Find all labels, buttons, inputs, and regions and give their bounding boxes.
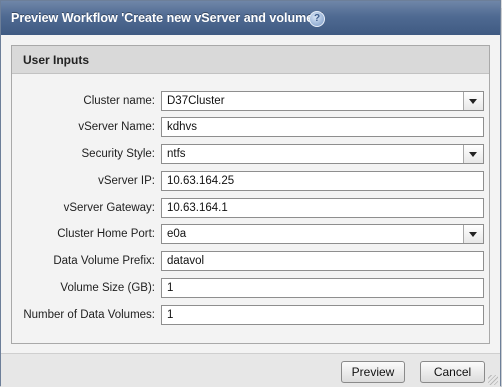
- preview-workflow-dialog: Preview Workflow 'Create new vServer and…: [0, 0, 501, 387]
- dialog-title: Preview Workflow 'Create new vServer and…: [11, 11, 324, 25]
- dialog-titlebar[interactable]: Preview Workflow 'Create new vServer and…: [1, 1, 500, 35]
- volume-size-input[interactable]: 1: [161, 278, 484, 298]
- chevron-down-icon[interactable]: [463, 225, 483, 243]
- security-style-row: Security Style: ntfs: [12, 144, 489, 166]
- vserver-gateway-value: 10.63.164.1: [167, 202, 228, 214]
- volume-size-row: Volume Size (GB): 1: [12, 278, 489, 300]
- vserver-ip-input[interactable]: 10.63.164.25: [161, 171, 484, 191]
- vserver-name-input[interactable]: kdhvs: [161, 117, 484, 137]
- vserver-gateway-row: vServer Gateway: 10.63.164.1: [12, 198, 489, 220]
- volume-size-value: 1: [167, 282, 174, 294]
- cluster-home-port-value: e0a: [167, 228, 187, 240]
- cluster-name-select[interactable]: D37Cluster: [161, 91, 484, 111]
- data-volume-prefix-input[interactable]: datavol: [161, 251, 484, 271]
- cancel-button[interactable]: Cancel: [420, 361, 485, 383]
- security-style-label: Security Style:: [81, 148, 156, 160]
- cluster-home-port-row: Cluster Home Port: e0a: [12, 224, 489, 246]
- number-of-data-volumes-row: Number of Data Volumes: 1: [12, 305, 489, 327]
- resize-grip-icon[interactable]: [488, 375, 498, 385]
- dialog-footer: Preview Cancel: [1, 353, 500, 387]
- vserver-name-row: vServer Name: kdhvs: [12, 117, 489, 139]
- number-of-data-volumes-input[interactable]: 1: [161, 305, 484, 325]
- vserver-name-label: vServer Name:: [78, 121, 155, 133]
- cluster-name-row: Cluster name: D37Cluster: [12, 91, 489, 113]
- dialog-body: User Inputs Cluster name: D37Cluster vSe…: [1, 35, 500, 353]
- cluster-home-port-label: Cluster Home Port:: [57, 228, 155, 240]
- cluster-home-port-select[interactable]: e0a: [161, 224, 484, 244]
- vserver-name-value: kdhvs: [167, 121, 198, 133]
- user-inputs-panel: User Inputs Cluster name: D37Cluster vSe…: [11, 45, 490, 344]
- security-style-value: ntfs: [167, 148, 186, 160]
- help-icon[interactable]: ?: [309, 11, 325, 27]
- vserver-ip-value: 10.63.164.25: [167, 175, 235, 187]
- vserver-ip-row: vServer IP: 10.63.164.25: [12, 171, 489, 193]
- security-style-select[interactable]: ntfs: [161, 144, 484, 164]
- user-inputs-title: User Inputs: [23, 53, 90, 67]
- data-volume-prefix-label: Data Volume Prefix:: [53, 255, 155, 267]
- chevron-down-icon[interactable]: [463, 145, 483, 163]
- vserver-gateway-input[interactable]: 10.63.164.1: [161, 198, 484, 218]
- data-volume-prefix-row: Data Volume Prefix: datavol: [12, 251, 489, 273]
- volume-size-label: Volume Size (GB):: [60, 282, 155, 294]
- vserver-ip-label: vServer IP:: [98, 175, 155, 187]
- user-inputs-header: User Inputs: [12, 46, 489, 74]
- number-of-data-volumes-label: Number of Data Volumes:: [23, 309, 155, 321]
- vserver-gateway-label: vServer Gateway:: [63, 202, 155, 214]
- preview-button[interactable]: Preview: [341, 361, 405, 383]
- data-volume-prefix-value: datavol: [167, 255, 205, 267]
- number-of-data-volumes-value: 1: [167, 309, 174, 321]
- chevron-down-icon[interactable]: [463, 92, 483, 110]
- cluster-name-value: D37Cluster: [167, 95, 225, 107]
- cluster-name-label: Cluster name:: [83, 95, 155, 107]
